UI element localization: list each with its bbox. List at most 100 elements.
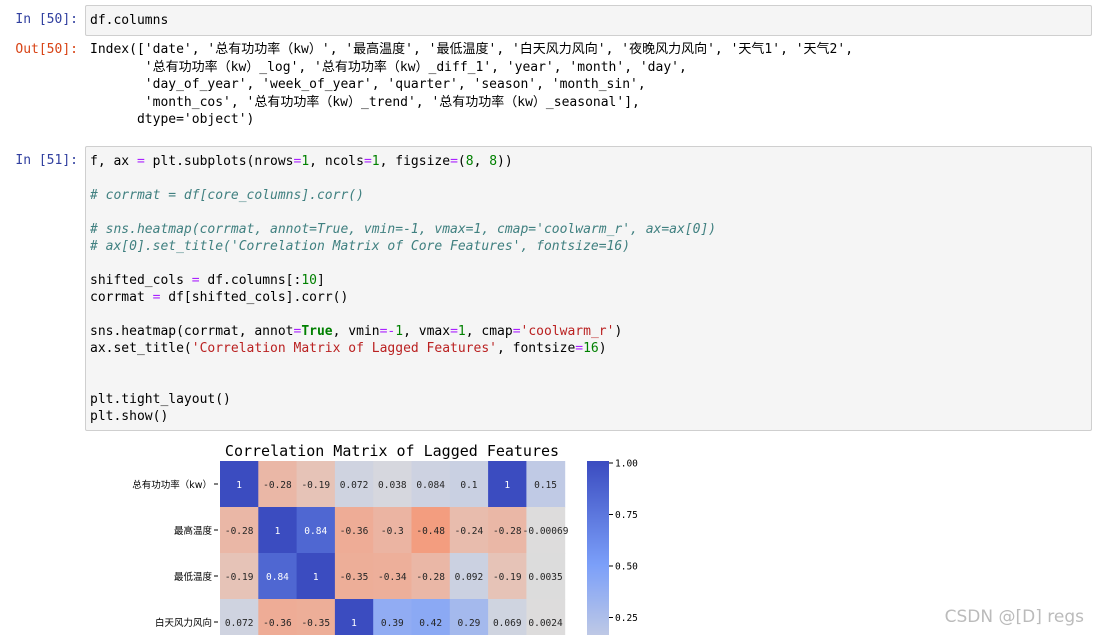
cell-annotation: 1	[236, 480, 242, 491]
code-token: True	[301, 324, 333, 339]
code-token: plt.subplots(nrows	[144, 154, 294, 169]
code-token: shifted_cols	[90, 273, 192, 288]
code-token: =-	[379, 324, 396, 339]
code-line: # corrmat = df[core_columns].corr()	[90, 187, 1087, 204]
code-line: sns.heatmap(corrmat, annot=True, vmin=-1…	[90, 323, 1087, 340]
heatmap-cell	[220, 599, 259, 635]
cell-annotation: -0.34	[378, 572, 407, 583]
cell-annotation: 0.092	[455, 572, 484, 583]
colorbar-tick-label: 0.75	[615, 510, 638, 521]
cell-annotation: 1	[351, 618, 357, 629]
code-token: plt.tight_layout()	[90, 392, 231, 407]
cell-annotation: 0.084	[416, 480, 445, 491]
code-token: ax.set_title(	[90, 341, 192, 356]
prompt-in-51: In [51]:	[15, 153, 78, 168]
output-columns: Index(['date', '总有功功率（kw）', '最高温度', '最低温…	[90, 41, 853, 129]
code-token: , cmap	[465, 324, 513, 339]
code-token: ,	[473, 154, 490, 169]
code-line: # ax[0].set_title('Correlation Matrix of…	[90, 238, 1087, 255]
code-line: df.columns	[90, 12, 1087, 29]
cell-annotation: -0.36	[263, 618, 292, 629]
code-token: =	[512, 324, 521, 339]
code-token: 1	[371, 154, 380, 169]
heatmap-cell	[411, 599, 451, 635]
output-line: dtype='object')	[90, 112, 255, 127]
cell-annotation: -0.36	[340, 526, 369, 537]
row-label: 最低温度	[174, 571, 213, 583]
cell-annotation: 0.0035	[528, 572, 562, 583]
cell-annotation: 0.29	[458, 618, 481, 629]
code-line: f, ax = plt.subplots(nrows=1, ncols=1, f…	[90, 153, 1087, 170]
cell-annotation: 0.072	[340, 480, 369, 491]
code-token: )	[614, 324, 623, 339]
row-label: 最高温度	[174, 525, 213, 537]
code-token: 'coolwarm_r'	[520, 324, 615, 339]
cell-annotation: -0.48	[416, 526, 445, 537]
code-token: # ax[0].set_title('Correlation Matrix of…	[90, 239, 631, 254]
code-token: corrmat	[90, 290, 153, 305]
heatmap-cell	[296, 599, 336, 635]
code-token: , vmax	[403, 324, 451, 339]
prompt-in-50: In [50]:	[15, 12, 78, 27]
code-token: 8	[489, 154, 498, 169]
code-token: , figsize	[379, 154, 451, 169]
code-token: , ncols	[309, 154, 364, 169]
cell-annotation: -0.28	[225, 526, 254, 537]
code-line: # sns.heatmap(corrmat, annot=True, vmin=…	[90, 221, 1087, 238]
cell-annotation: -0.28	[416, 572, 445, 583]
output-line: 'day_of_year', 'week_of_year', 'quarter'…	[90, 77, 646, 92]
code-token: , fontsize	[497, 341, 576, 356]
cell-annotation: 0.072	[225, 618, 254, 629]
code-token: df.columns	[90, 13, 169, 28]
cell-annotation: -0.19	[225, 572, 254, 583]
code-token: =	[191, 273, 200, 288]
cell-annotation: -0.00069	[523, 526, 569, 537]
chart-title: Correlation Matrix of Lagged Features	[225, 442, 559, 460]
code-line: ax.set_title('Correlation Matrix of Lagg…	[90, 340, 1087, 357]
prompt-out-50: Out[50]:	[15, 42, 78, 57]
cell-annotation: 1	[313, 572, 319, 583]
cell-annotation: -0.35	[301, 618, 330, 629]
code-line: plt.tight_layout()	[90, 391, 1087, 408]
code-token: df.columns[:	[199, 273, 302, 288]
code-token: 1	[395, 324, 404, 339]
code-token: 'Correlation Matrix of Lagged Features'	[191, 341, 497, 356]
watermark: CSDN @[D] regs	[944, 607, 1084, 627]
code-cell-51[interactable]: f, ax = plt.subplots(nrows=1, ncols=1, f…	[85, 146, 1092, 431]
code-token: 1	[301, 154, 310, 169]
code-token: 8	[465, 154, 474, 169]
cell-annotation: -0.19	[493, 572, 522, 583]
code-cell-50[interactable]: df.columns	[85, 5, 1092, 36]
row-label: 总有功功率（kw）	[132, 479, 212, 491]
code-token: =	[363, 154, 372, 169]
cell-annotation: -0.28	[263, 480, 292, 491]
cell-annotation: 0.0024	[528, 618, 563, 629]
code-token: plt.show()	[90, 409, 169, 424]
cell-annotation: 0.39	[381, 618, 404, 629]
correlation-heatmap: Correlation Matrix of Lagged Features 总有功…	[132, 442, 638, 635]
heatmap-cell	[488, 599, 527, 635]
heatmap-cell	[258, 599, 298, 635]
heatmap-cell	[449, 599, 489, 635]
heatmap-cell	[526, 599, 566, 635]
code-token: 1	[457, 324, 466, 339]
cell-annotation: 1	[275, 526, 281, 537]
code-token: # sns.heatmap(corrmat, annot=True, vmin=…	[90, 222, 717, 237]
output-line: Index(['date', '总有功功率（kw）', '最高温度', '最低温…	[90, 42, 854, 57]
cell-annotation: 0.038	[378, 480, 407, 491]
cell-annotation: -0.19	[301, 480, 330, 491]
heatmap-cell	[373, 599, 412, 635]
code-token: 10	[301, 273, 317, 288]
colorbar-tick-label: 0.25	[615, 613, 638, 624]
cell-annotation: -0.28	[493, 526, 522, 537]
cell-annotation: 0.069	[493, 618, 522, 629]
cell-annotation: -0.24	[455, 526, 484, 537]
code-token: (	[457, 154, 466, 169]
code-token: 16	[583, 341, 599, 356]
cell-annotation: 0.84	[266, 572, 289, 583]
